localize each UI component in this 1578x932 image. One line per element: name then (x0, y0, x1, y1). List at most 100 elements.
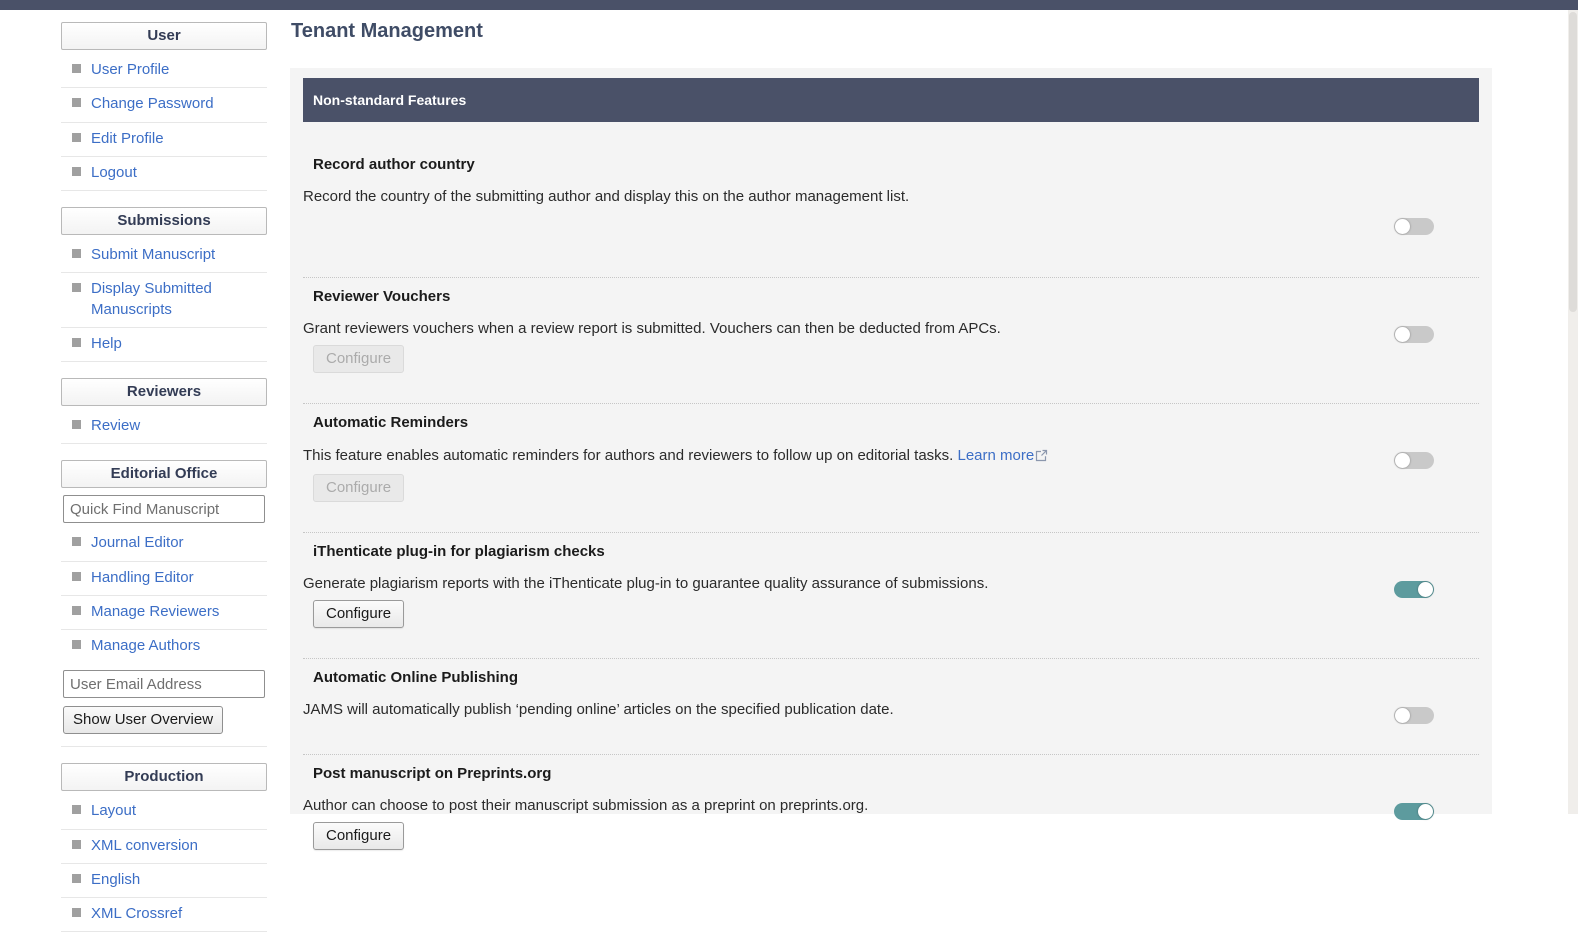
feature-description: Record the country of the submitting aut… (303, 186, 1349, 207)
sidebar-item-review[interactable]: Review (61, 410, 267, 444)
feature-description: Grant reviewers vouchers when a review r… (303, 318, 1349, 339)
sidebar-section-submissions: Submissions (61, 207, 267, 235)
sidebar-item-label[interactable]: Review (91, 416, 140, 436)
sidebar-item-label[interactable]: XML conversion (91, 836, 198, 856)
sidebar-item-english[interactable]: English (61, 864, 267, 898)
automatic-online-publishing-toggle[interactable] (1394, 707, 1434, 724)
sidebar-item-xml-crossref[interactable]: XML Crossref (61, 898, 267, 932)
sidebar-item-label[interactable]: Edit Profile (91, 129, 164, 149)
non-standard-features-panel: Non-standard Features Record author coun… (290, 68, 1492, 814)
sidebar-section-user: User (61, 22, 267, 50)
sidebar-item-manage-authors[interactable]: Manage Authors (61, 630, 267, 663)
sidebar-section-production: Production (61, 763, 267, 791)
square-bullet-icon (72, 805, 81, 814)
feature-description: Author can choose to post their manuscri… (303, 795, 1349, 816)
square-bullet-icon (72, 64, 81, 73)
sidebar-item-label[interactable]: Help (91, 334, 122, 354)
record-author-country-toggle[interactable] (1394, 218, 1434, 235)
page-title: Tenant Management (291, 20, 483, 43)
feature-row-ithenticate-plugin: iThenticate plug-in for plagiarism check… (303, 533, 1479, 659)
sidebar-item-label[interactable]: Display Submitted Manuscripts (91, 279, 267, 320)
square-bullet-icon (72, 167, 81, 176)
sidebar-item-label[interactable]: Manage Authors (91, 636, 200, 656)
show-user-overview-button[interactable]: Show User Overview (63, 706, 223, 734)
feature-title: Record author country (313, 156, 1349, 173)
reviewer-vouchers-configure-button: Configure (313, 345, 404, 373)
sidebar-item-help[interactable]: Help (61, 328, 267, 362)
square-bullet-icon (72, 98, 81, 107)
sidebar-item-label[interactable]: Logout (91, 163, 137, 183)
feature-row-reviewer-vouchers: Reviewer Vouchers Grant reviewers vouche… (303, 278, 1479, 404)
sidebar-item-logout[interactable]: Logout (61, 157, 267, 191)
toggle-knob (1395, 327, 1410, 342)
sidebar-item-manage-reviewers[interactable]: Manage Reviewers (61, 596, 267, 630)
sidebar-item-label[interactable]: User Profile (91, 60, 169, 80)
sidebar-item-label[interactable]: Layout (91, 801, 136, 821)
feature-row-automatic-online-publishing: Automatic Online Publishing JAMS will au… (303, 659, 1479, 755)
square-bullet-icon (72, 537, 81, 546)
sidebar-item-handling-editor[interactable]: Handling Editor (61, 562, 267, 596)
toggle-knob (1395, 219, 1410, 234)
feature-description: JAMS will automatically publish ‘pending… (303, 699, 1349, 720)
feature-title: Post manuscript on Preprints.org (313, 765, 1349, 782)
sidebar-item-edit-profile[interactable]: Edit Profile (61, 123, 267, 157)
sidebar-item-user-profile[interactable]: User Profile (61, 54, 267, 88)
square-bullet-icon (72, 420, 81, 429)
square-bullet-icon (72, 908, 81, 917)
feature-description: Generate plagiarism reports with the iTh… (303, 573, 1349, 594)
ithenticate-toggle[interactable] (1394, 581, 1434, 598)
quick-find-manuscript-input[interactable] (63, 495, 265, 523)
vertical-scrollbar-thumb[interactable] (1569, 12, 1577, 312)
toggle-knob (1395, 708, 1410, 723)
automatic-reminders-toggle[interactable] (1394, 452, 1434, 469)
sidebar-section-editorial-office: Editorial Office (61, 460, 267, 488)
sidebar-item-label[interactable]: Manage Reviewers (91, 602, 219, 622)
vertical-scrollbar-track (1568, 10, 1578, 814)
square-bullet-icon (72, 606, 81, 615)
feature-title: Automatic Online Publishing (313, 669, 1349, 686)
square-bullet-icon (72, 840, 81, 849)
toggle-knob (1395, 453, 1410, 468)
square-bullet-icon (72, 338, 81, 347)
sidebar-item-label[interactable]: Journal Editor (91, 533, 184, 553)
toggle-knob (1418, 804, 1433, 819)
external-link-icon (1035, 447, 1048, 468)
sidebar-section-reviewers: Reviewers (61, 378, 267, 406)
square-bullet-icon (72, 640, 81, 649)
sidebar-item-display-submitted-manuscripts[interactable]: Display Submitted Manuscripts (61, 273, 267, 328)
sidebar-item-label[interactable]: Change Password (91, 94, 214, 114)
sidebar: User User Profile Change Password Edit P… (61, 22, 267, 932)
reviewer-vouchers-toggle[interactable] (1394, 326, 1434, 343)
panel-header: Non-standard Features (303, 78, 1479, 122)
feature-row-automatic-reminders: Automatic Reminders This feature enables… (303, 404, 1479, 532)
sidebar-item-change-password[interactable]: Change Password (61, 88, 267, 122)
feature-title: Reviewer Vouchers (313, 288, 1349, 305)
sidebar-item-submit-manuscript[interactable]: Submit Manuscript (61, 239, 267, 273)
preprints-toggle[interactable] (1394, 803, 1434, 820)
feature-description: This feature enables automatic reminders… (303, 445, 1349, 468)
sidebar-item-journal-editor[interactable]: Journal Editor (61, 527, 267, 561)
sidebar-item-label[interactable]: English (91, 870, 140, 890)
feature-title: iThenticate plug-in for plagiarism check… (313, 543, 1349, 560)
toggle-knob (1418, 582, 1433, 597)
feature-row-post-manuscript-preprints: Post manuscript on Preprints.org Author … (303, 755, 1479, 880)
ithenticate-configure-button[interactable]: Configure (313, 600, 404, 628)
square-bullet-icon (72, 572, 81, 581)
feature-description-text: This feature enables automatic reminders… (303, 447, 953, 464)
feature-row-record-author-country: Record author country Record the country… (303, 122, 1479, 278)
learn-more-link[interactable]: Learn more (958, 447, 1035, 464)
square-bullet-icon (72, 249, 81, 258)
sidebar-item-label[interactable]: XML Crossref (91, 904, 182, 924)
automatic-reminders-configure-button: Configure (313, 474, 404, 502)
top-accent-bar (0, 0, 1578, 10)
square-bullet-icon (72, 874, 81, 883)
user-email-address-input[interactable] (63, 670, 265, 698)
sidebar-item-layout[interactable]: Layout (61, 795, 267, 829)
square-bullet-icon (72, 133, 81, 142)
preprints-configure-button[interactable]: Configure (313, 822, 404, 850)
feature-title: Automatic Reminders (313, 414, 1349, 431)
square-bullet-icon (72, 283, 81, 292)
sidebar-item-label[interactable]: Submit Manuscript (91, 245, 215, 265)
sidebar-item-xml-conversion[interactable]: XML conversion (61, 830, 267, 864)
sidebar-item-label[interactable]: Handling Editor (91, 568, 194, 588)
